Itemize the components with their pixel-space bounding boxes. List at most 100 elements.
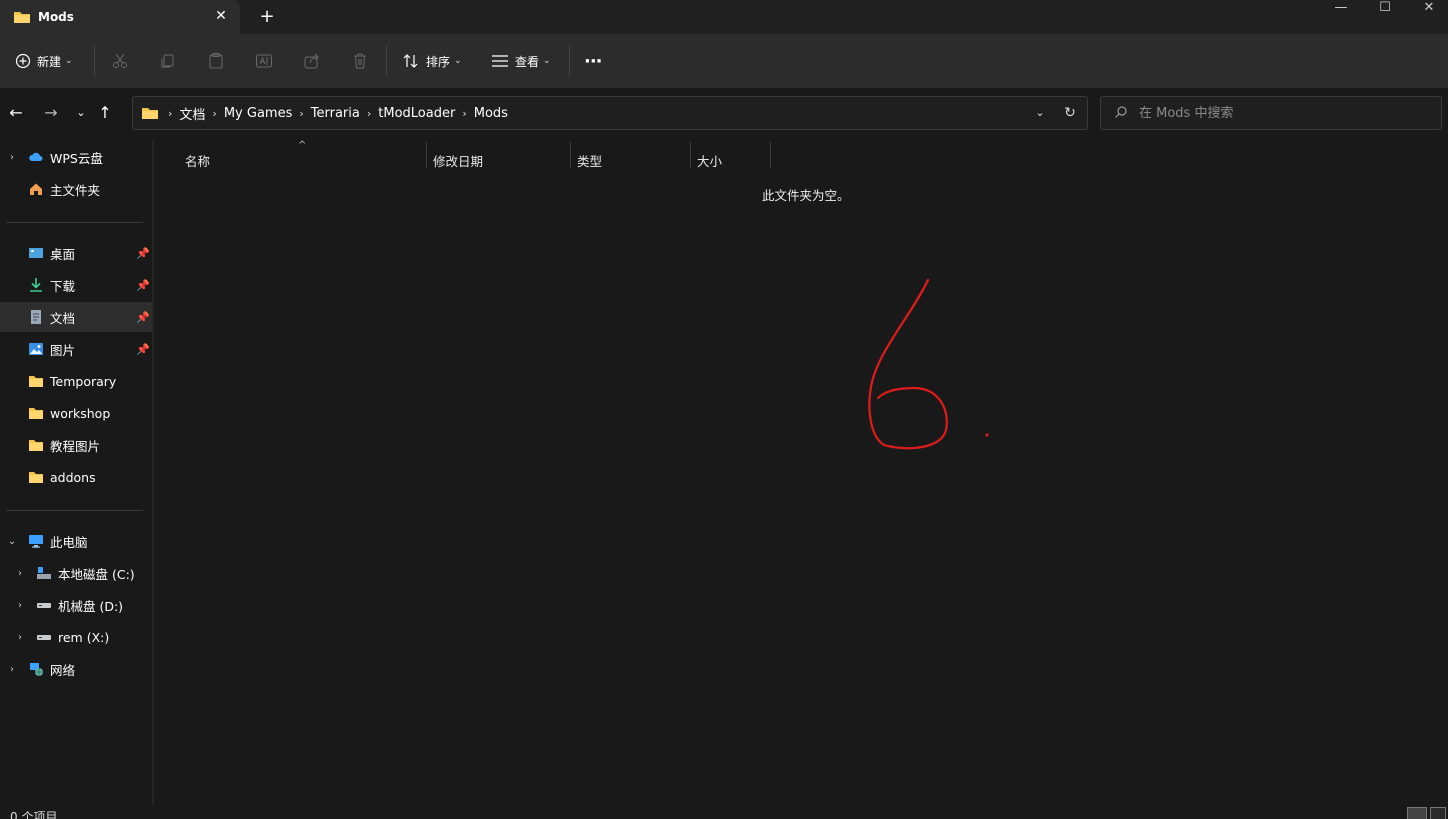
cut-icon[interactable] bbox=[111, 52, 129, 70]
delete-icon[interactable] bbox=[351, 52, 369, 70]
chevron-right-icon[interactable]: › bbox=[367, 107, 371, 120]
view-icon bbox=[492, 55, 508, 67]
tab-mods[interactable]: Mods ✕ bbox=[0, 0, 240, 34]
crumb-mods[interactable]: Mods bbox=[474, 106, 508, 121]
chevron-right-icon[interactable]: › bbox=[14, 568, 26, 579]
copy-icon[interactable] bbox=[159, 52, 177, 70]
handwritten-annotation bbox=[868, 278, 989, 450]
search-input[interactable] bbox=[1139, 103, 1429, 123]
column-header-modified[interactable]: 修改日期 bbox=[433, 146, 573, 174]
chevron-down-icon[interactable]: ⌄ bbox=[6, 536, 18, 547]
sidebar-item-label: 文档 bbox=[50, 310, 76, 326]
column-divider[interactable] bbox=[770, 142, 771, 168]
rename-icon[interactable] bbox=[255, 52, 273, 70]
new-button[interactable]: 新建 ⌄ bbox=[15, 34, 73, 88]
up-button[interactable]: ↑ bbox=[94, 102, 116, 124]
tiles-view-button[interactable] bbox=[1430, 807, 1446, 819]
cloud-icon bbox=[29, 152, 43, 161]
command-bar: 新建 ⌄ 排序 ⌄ 查看 ⌄ ··· bbox=[0, 34, 1448, 88]
chevron-down-icon: ⌄ bbox=[454, 56, 462, 66]
column-divider[interactable] bbox=[690, 142, 691, 168]
address-row: ← → ⌄ ↑ › 文档 › My Games › Terraria › tMo… bbox=[0, 88, 1448, 140]
divider bbox=[94, 46, 95, 76]
chevron-right-icon[interactable]: › bbox=[6, 152, 18, 163]
more-options-button[interactable]: ··· bbox=[584, 34, 602, 88]
sidebar-item-documents[interactable]: 文档 📌 bbox=[0, 302, 152, 332]
refresh-icon[interactable]: ↻ bbox=[1061, 104, 1079, 122]
divider bbox=[6, 510, 143, 511]
sort-button[interactable]: 排序 ⌄ bbox=[402, 34, 462, 88]
column-header-name[interactable]: 名称 bbox=[185, 146, 425, 174]
sidebar-item-workshop[interactable]: workshop bbox=[0, 398, 152, 428]
folder-icon bbox=[29, 408, 43, 419]
sidebar-item-drive-x[interactable]: › rem (X:) bbox=[0, 622, 152, 652]
sidebar-item-drive-c[interactable]: › 本地磁盘 (C:) bbox=[0, 558, 152, 588]
system-drive-icon bbox=[37, 567, 51, 579]
forward-button[interactable]: → bbox=[40, 102, 62, 124]
folder-icon bbox=[142, 108, 158, 119]
sidebar-item-label: 机械盘 (D:) bbox=[58, 598, 124, 614]
sort-icon bbox=[403, 54, 418, 68]
sidebar-item-drive-d[interactable]: › 机械盘 (D:) bbox=[0, 590, 152, 620]
new-tab-button[interactable]: + bbox=[258, 8, 276, 26]
sidebar-item-this-pc[interactable]: ⌄ 此电脑 bbox=[0, 526, 152, 556]
chevron-right-icon[interactable]: › bbox=[6, 664, 18, 675]
chevron-right-icon[interactable]: › bbox=[299, 107, 303, 120]
sidebar-item-addons[interactable]: addons bbox=[0, 462, 152, 492]
sidebar-item-label: 此电脑 bbox=[50, 534, 88, 550]
pin-icon[interactable]: 📌 bbox=[136, 311, 150, 324]
sidebar-item-tutorial-images[interactable]: 教程图片 bbox=[0, 430, 152, 460]
sidebar-item-label: Temporary bbox=[50, 373, 117, 389]
crumb-documents[interactable]: 文档 bbox=[179, 104, 205, 123]
divider bbox=[386, 46, 387, 76]
sidebar-item-label: addons bbox=[50, 469, 96, 485]
plus-circle-icon bbox=[15, 53, 31, 69]
sidebar-item-home[interactable]: 主文件夹 bbox=[0, 174, 152, 204]
share-icon[interactable] bbox=[303, 52, 321, 70]
address-bar[interactable]: › 文档 › My Games › Terraria › tModLoader … bbox=[132, 96, 1088, 130]
navigation-pane: › WPS云盘 主文件夹 桌面 📌 下载 📌 文档 📌 图片 📌 Tempora… bbox=[0, 140, 152, 805]
pin-icon[interactable]: 📌 bbox=[136, 343, 150, 356]
view-button[interactable]: 查看 ⌄ bbox=[491, 34, 551, 88]
breadcrumb: › 文档 › My Games › Terraria › tModLoader … bbox=[141, 97, 512, 129]
maximize-button[interactable]: ☐ bbox=[1362, 0, 1408, 20]
column-header-size[interactable]: 大小 bbox=[697, 146, 767, 174]
column-label: 修改日期 bbox=[433, 153, 484, 169]
chevron-right-icon[interactable]: › bbox=[462, 107, 466, 120]
chevron-right-icon[interactable]: › bbox=[14, 632, 26, 643]
column-divider[interactable] bbox=[570, 142, 571, 168]
address-dropdown-icon[interactable]: ⌄ bbox=[1031, 104, 1049, 122]
chevron-right-icon[interactable]: › bbox=[212, 107, 216, 120]
home-icon bbox=[30, 183, 42, 195]
close-tab-icon[interactable]: ✕ bbox=[213, 8, 229, 24]
close-window-button[interactable]: ✕ bbox=[1406, 0, 1448, 20]
sidebar-item-label: 本地磁盘 (C:) bbox=[58, 566, 135, 582]
crumb-tmodloader[interactable]: tModLoader bbox=[378, 106, 455, 121]
sidebar-item-temporary[interactable]: Temporary bbox=[0, 366, 152, 396]
chevron-right-icon[interactable]: › bbox=[14, 600, 26, 611]
paste-icon[interactable] bbox=[207, 52, 225, 70]
minimize-button[interactable]: — bbox=[1318, 0, 1364, 20]
pin-icon[interactable]: 📌 bbox=[136, 247, 150, 260]
column-header-type[interactable]: 类型 bbox=[577, 146, 687, 174]
details-view-button[interactable] bbox=[1407, 807, 1427, 819]
sidebar-item-network[interactable]: › 网络 bbox=[0, 654, 152, 684]
sidebar-item-desktop[interactable]: 桌面 📌 bbox=[0, 238, 152, 268]
column-divider[interactable] bbox=[426, 142, 427, 168]
drive-icon bbox=[37, 635, 51, 640]
sidebar-item-wps-cloud[interactable]: › WPS云盘 bbox=[0, 142, 152, 172]
recent-locations-button[interactable]: ⌄ bbox=[70, 102, 92, 124]
back-button[interactable]: ← bbox=[5, 102, 27, 124]
new-label: 新建 bbox=[37, 54, 62, 69]
more-icon: ··· bbox=[584, 50, 602, 72]
sidebar-item-label: 图片 bbox=[50, 342, 76, 358]
pin-icon[interactable]: 📌 bbox=[136, 279, 150, 292]
sidebar-item-pictures[interactable]: 图片 📌 bbox=[0, 334, 152, 364]
search-icon bbox=[1115, 106, 1127, 118]
crumb-my-games[interactable]: My Games bbox=[224, 106, 293, 121]
crumb-terraria[interactable]: Terraria bbox=[311, 106, 360, 121]
chevron-right-icon: › bbox=[168, 106, 173, 120]
column-label: 大小 bbox=[697, 153, 723, 169]
sidebar-item-downloads[interactable]: 下载 📌 bbox=[0, 270, 152, 300]
column-label: 名称 bbox=[185, 153, 211, 169]
